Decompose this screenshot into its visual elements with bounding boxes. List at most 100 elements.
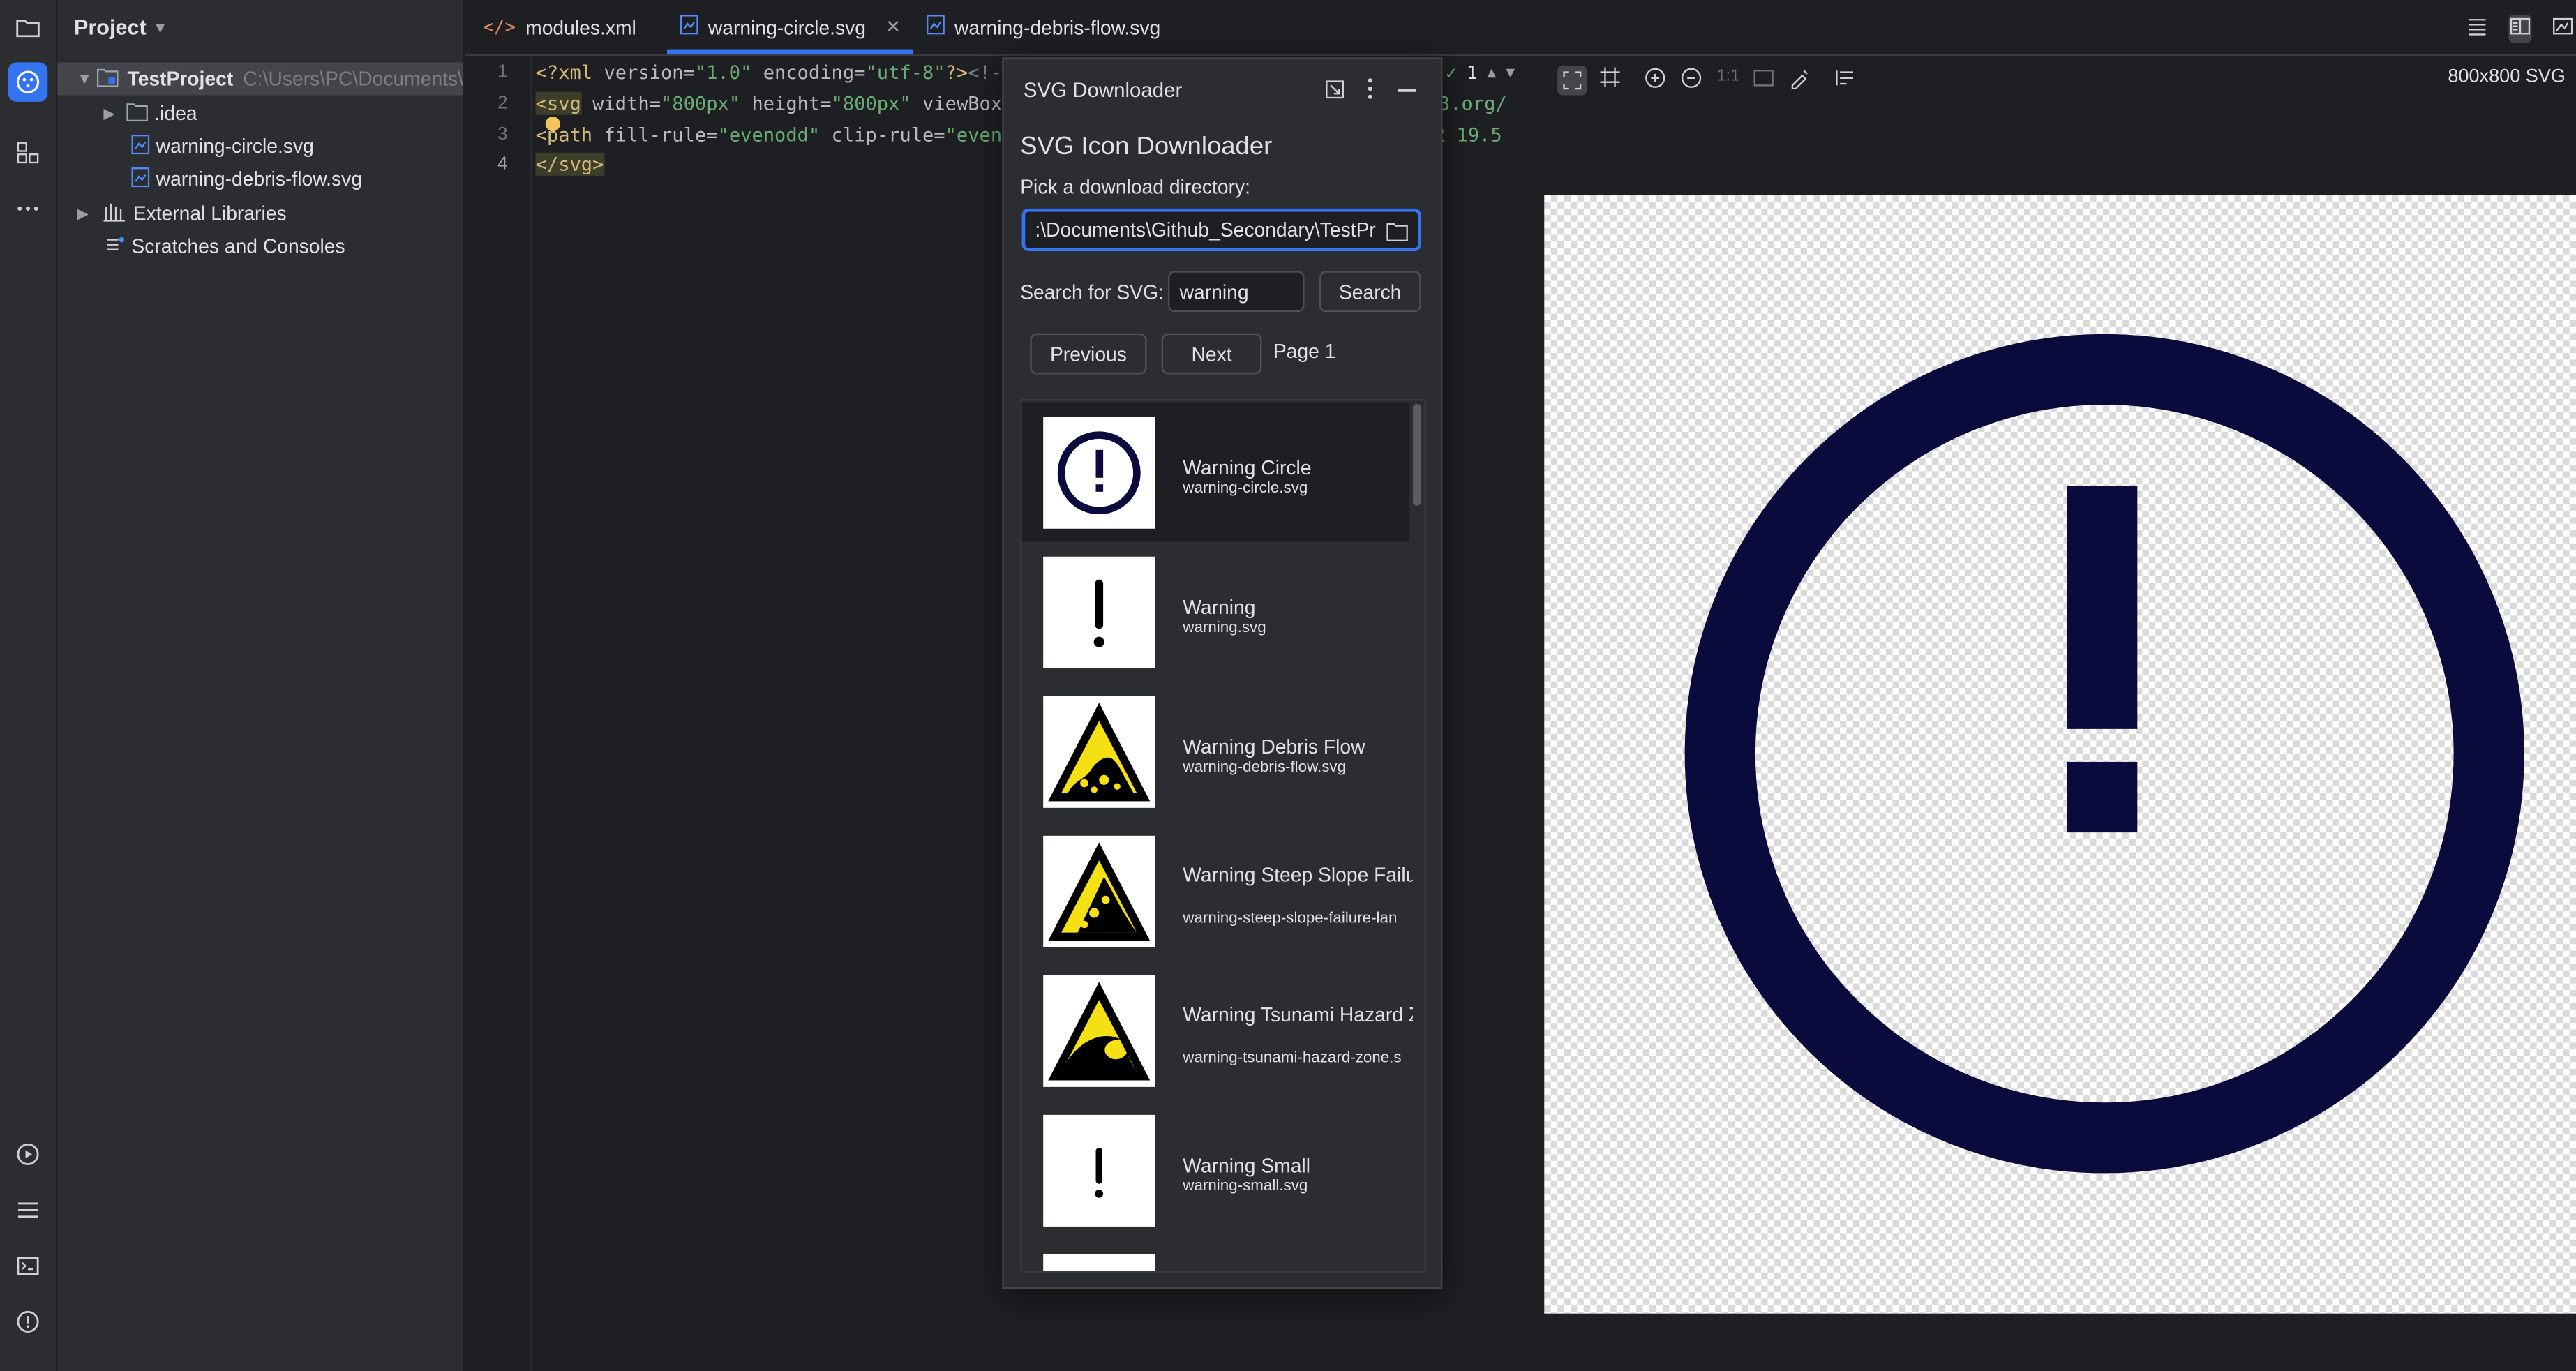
- svg-downloader-plugin-icon[interactable]: [8, 62, 48, 102]
- result-file: warning.svg: [1183, 619, 1266, 638]
- tree-item-scratches[interactable]: Scratches and Consoles: [57, 230, 463, 262]
- result-item[interactable]: Warning Tsunami Hazard Zone warning-tsun…: [1022, 961, 1413, 1100]
- run-icon[interactable]: [8, 1134, 48, 1174]
- terminal-icon[interactable]: [8, 1246, 48, 1285]
- result-item[interactable]: Warning Small warning-small.svg: [1022, 1100, 1410, 1240]
- svg-preview: [1544, 101, 2576, 1371]
- code-only-icon[interactable]: [2466, 15, 2489, 43]
- tree-item-label: .idea: [154, 101, 197, 125]
- search-button[interactable]: Search: [1319, 271, 1421, 313]
- project-title: Project: [73, 15, 147, 40]
- tree-item-external-libraries[interactable]: ▶ External Libraries: [57, 197, 463, 230]
- results-scrollbar[interactable]: [1412, 403, 1421, 506]
- directory-field[interactable]: :\Documents\Github_Secondary\TestPro: [1021, 208, 1421, 252]
- structure-icon[interactable]: [8, 133, 48, 172]
- dialog-heading: SVG Icon Downloader: [1020, 133, 1273, 161]
- exclamation-small-icon: [1043, 1114, 1155, 1227]
- result-item-partial[interactable]: [1022, 1240, 1410, 1271]
- tree-item-warning-debris-flow-svg[interactable]: warning-debris-flow.svg: [57, 163, 463, 195]
- result-item[interactable]: Warning Circle warning-circle.svg: [1021, 402, 1410, 542]
- tree-item-label: External Libraries: [133, 202, 287, 225]
- result-item[interactable]: Warning Debris Flow warning-debris-flow.…: [1022, 682, 1410, 821]
- grid-icon[interactable]: [1600, 67, 1620, 91]
- tree-item-root[interactable]: ▼ TestProject C:\Users\PC\Documents\: [57, 62, 463, 96]
- more-icon[interactable]: [8, 189, 48, 228]
- scratches-icon: [105, 234, 125, 258]
- line-number: 1: [497, 62, 508, 82]
- check-icon: ✓: [1446, 62, 1457, 84]
- folder-icon: [126, 101, 148, 126]
- close-icon[interactable]: ✕: [885, 17, 901, 38]
- result-item[interactable]: Warning Steep Slope Failur Landslide war…: [1022, 821, 1413, 961]
- tree-item-idea[interactable]: ▶ .idea: [57, 97, 463, 130]
- lightbulb-icon[interactable]: [545, 117, 560, 132]
- svg-file-icon: [926, 15, 945, 39]
- tab-warning-circle-svg[interactable]: warning-circle.svg ✕: [666, 0, 915, 54]
- project-view-selector[interactable]: Project ▼: [74, 15, 167, 39]
- search-input-value: warning: [1179, 280, 1249, 304]
- debris-flow-sign-icon: [1043, 696, 1155, 808]
- collapse-icon[interactable]: [1326, 80, 1345, 103]
- problems-count: 1: [1466, 62, 1478, 84]
- fit-zoom-icon[interactable]: [1557, 66, 1587, 96]
- result-file: warning-small.svg: [1183, 1177, 1308, 1196]
- svg-downloader-dialog: SVG Downloader SVG Icon Downloader Pick …: [1002, 57, 1443, 1289]
- zoom-out-icon[interactable]: [1681, 67, 1702, 93]
- project-panel: Project ▼ ▼ TestProject C:\Users\PC\Docu…: [57, 0, 465, 1371]
- split-view-icon[interactable]: [2508, 15, 2532, 43]
- problems-icon[interactable]: [8, 1302, 48, 1341]
- actual-size-button[interactable]: 1:1: [1717, 67, 1740, 85]
- tree-item-label: Scratches and Consoles: [131, 234, 345, 258]
- landslide-sign-icon: [1043, 835, 1155, 947]
- background-icon[interactable]: [1753, 67, 1774, 93]
- image-info-icon[interactable]: [1835, 67, 1858, 93]
- result-file: warning-tsunami-hazard-zone.s: [1183, 1049, 1402, 1067]
- chevron-right-icon: ▶: [77, 204, 89, 221]
- dialog-title: SVG Downloader: [1023, 78, 1183, 102]
- directory-value: :\Documents\Github_Secondary\TestPro: [1035, 218, 1377, 241]
- next-button[interactable]: Next: [1161, 333, 1262, 375]
- result-name: Warning Circle: [1183, 456, 1312, 480]
- editor-tabs: </> modules.xml warning-circle.svg ✕ war…: [465, 0, 2576, 57]
- chevron-down-icon: ▼: [153, 19, 168, 36]
- code-line: <?xml version="1.0" encoding="utf-8"?><!…: [535, 61, 1014, 84]
- preview-only-icon[interactable]: [2552, 15, 2575, 43]
- tree-item-label: warning-debris-flow.svg: [156, 167, 362, 190]
- tree-item-label: warning-circle.svg: [156, 134, 314, 158]
- options-icon[interactable]: [1367, 77, 1373, 105]
- tab-label: warning-debris-flow.svg: [954, 15, 1161, 39]
- result-name: Warning Tsunami Hazard Zone: [1183, 1003, 1413, 1026]
- line-number: 2: [497, 93, 508, 114]
- previous-button[interactable]: Previous: [1030, 333, 1147, 375]
- svg-file-icon: [680, 15, 698, 39]
- svg-file-icon: [131, 133, 150, 158]
- chevron-up-icon[interactable]: ▲: [1488, 65, 1497, 82]
- transparency-checkerboard: [1544, 195, 2576, 1314]
- result-name: Warning: [1183, 596, 1256, 620]
- chevron-down-icon[interactable]: ▼: [1506, 65, 1515, 82]
- tree-item-warning-circle-svg[interactable]: warning-circle.svg: [57, 130, 463, 163]
- editor-gutter: 1 2 3 4: [465, 56, 532, 1371]
- todo-list-icon[interactable]: [8, 1190, 48, 1229]
- activity-bar: [0, 0, 58, 1371]
- page-label: Page 1: [1273, 340, 1336, 364]
- tab-warning-debris-flow-svg[interactable]: warning-debris-flow.svg: [926, 0, 1161, 54]
- result-file: warning-debris-flow.svg: [1183, 758, 1347, 777]
- result-item[interactable]: Warning warning.svg: [1022, 542, 1410, 682]
- tab-label: warning-circle.svg: [707, 15, 866, 39]
- result-name: Warning Debris Flow: [1183, 735, 1365, 759]
- inspection-widget[interactable]: ✓ 1 ▲ ▼: [1446, 62, 1515, 84]
- icon-thumbnail: [1043, 1254, 1155, 1271]
- search-input[interactable]: warning: [1168, 271, 1305, 313]
- browse-folder-icon[interactable]: [1386, 222, 1408, 246]
- minimize-icon[interactable]: [1398, 89, 1416, 91]
- color-picker-icon[interactable]: [1789, 67, 1811, 93]
- results-list[interactable]: Warning Circle warning-circle.svg Warnin…: [1020, 398, 1426, 1273]
- result-file: warning-circle.svg: [1183, 479, 1308, 498]
- folder-icon[interactable]: [8, 8, 48, 47]
- image-size-label: 800x800 SVG: [2448, 67, 2566, 87]
- zoom-in-icon[interactable]: [1645, 67, 1666, 93]
- tab-modules-xml[interactable]: </> modules.xml: [483, 0, 636, 54]
- result-name: Warning Small: [1183, 1154, 1310, 1178]
- root-project-path: C:\Users\PC\Documents\: [243, 67, 463, 91]
